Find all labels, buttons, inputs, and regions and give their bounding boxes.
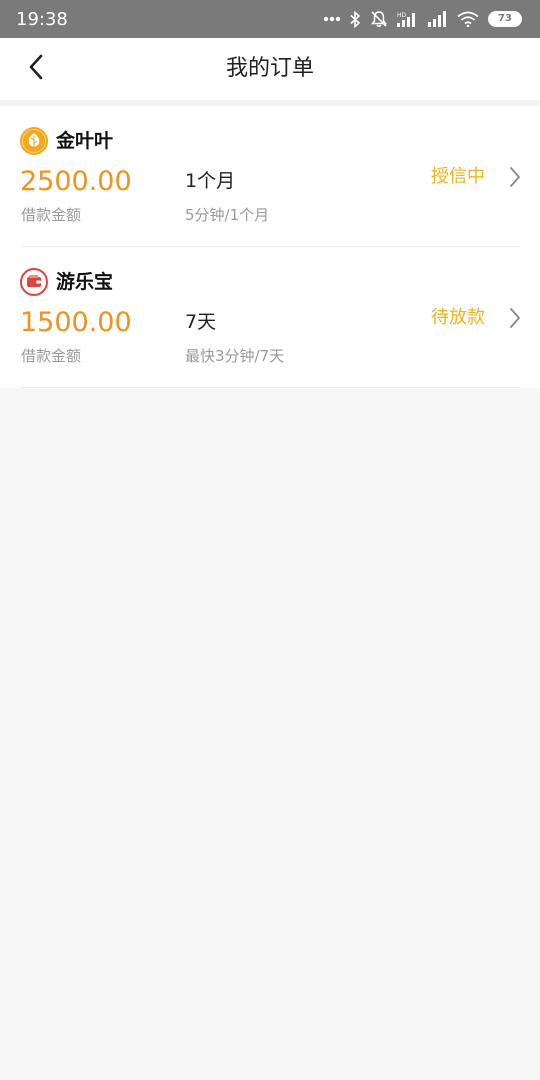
order-status: 待放款 <box>431 307 485 328</box>
status-icons: HD 73 <box>323 10 522 28</box>
status-time: 19:38 <box>16 8 68 30</box>
loan-term: 7天 <box>185 311 217 333</box>
chevron-right-icon <box>508 166 522 188</box>
divider <box>20 387 520 388</box>
more-dots-icon <box>323 16 341 22</box>
product-name: 游乐宝 <box>56 271 114 293</box>
loan-amount-label: 借款金额 <box>21 206 82 224</box>
loan-term-detail: 最快3分钟/7天 <box>185 347 285 365</box>
battery-icon: 73 <box>488 11 522 27</box>
wallet-icon <box>20 268 48 296</box>
gold-leaf-icon <box>20 127 48 155</box>
bluetooth-icon <box>350 10 361 28</box>
status-bar: 19:38 HD 73 <box>0 0 540 38</box>
loan-term-detail: 5分钟/1个月 <box>185 206 270 224</box>
order-item-jinyeye[interactable]: 金叶叶 2500.00 借款金额 1个月 5分钟/1个月 授信中 <box>0 106 540 247</box>
page-title: 我的订单 <box>225 56 314 81</box>
nav-bar: 我的订单 <box>0 38 540 100</box>
order-status: 授信中 <box>431 166 485 187</box>
mute-icon <box>370 10 388 28</box>
loan-amount: 2500.00 <box>20 166 132 197</box>
chevron-left-icon <box>28 54 44 84</box>
order-item-youlebao[interactable]: 游乐宝 1500.00 借款金额 7天 最快3分钟/7天 待放款 <box>0 247 540 388</box>
product-name: 金叶叶 <box>56 130 114 152</box>
hd-signal-icon: HD <box>397 11 419 28</box>
loan-amount: 1500.00 <box>20 307 132 338</box>
loan-amount-label: 借款金额 <box>21 347 82 365</box>
order-list: 金叶叶 2500.00 借款金额 1个月 5分钟/1个月 授信中 游乐宝 150… <box>0 106 540 388</box>
wifi-icon <box>457 11 479 27</box>
back-button[interactable] <box>18 51 54 87</box>
signal-icon <box>428 11 448 27</box>
chevron-right-icon <box>508 307 522 329</box>
svg-text:HD: HD <box>397 12 407 19</box>
loan-term: 1个月 <box>185 170 236 192</box>
